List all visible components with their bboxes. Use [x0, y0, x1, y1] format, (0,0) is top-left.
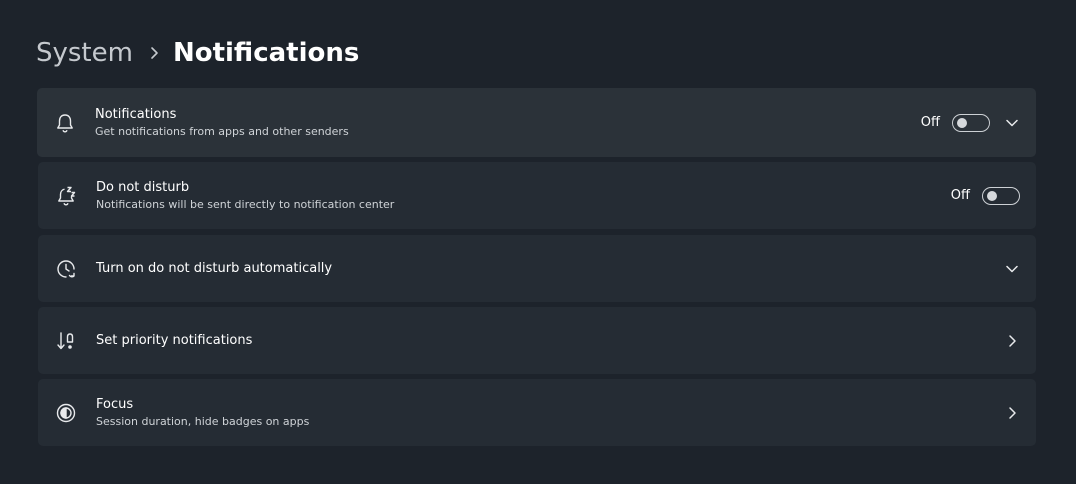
priority-notifications-setting-card[interactable]: Set priority notifications	[38, 307, 1036, 374]
chevron-down-icon[interactable]	[1004, 261, 1020, 277]
toggle-knob	[987, 190, 997, 201]
do-not-disturb-toggle[interactable]	[982, 186, 1020, 205]
clock-refresh-icon	[54, 257, 78, 281]
setting-title: Notifications	[95, 107, 177, 122]
setting-description: Get notifications from apps and other se…	[95, 125, 349, 138]
breadcrumb-system-link[interactable]: System	[36, 38, 133, 68]
setting-title: Do not disturb	[96, 180, 190, 195]
toggle-knob	[957, 117, 967, 128]
breadcrumb: System Notifications	[36, 32, 359, 74]
notifications-toggle[interactable]	[952, 113, 990, 132]
focus-setting-card[interactable]: Focus Session duration, hide badges on a…	[38, 379, 1036, 446]
chevron-right-icon[interactable]	[1004, 405, 1020, 421]
setting-title: Set priority notifications	[96, 333, 253, 348]
do-not-disturb-setting-card[interactable]: Do not disturb Notifications will be sen…	[38, 162, 1036, 229]
page-title: Notifications	[172, 38, 360, 68]
chevron-right-icon[interactable]	[1004, 333, 1020, 349]
dnd-automatic-setting-card[interactable]: Turn on do not disturb automatically	[38, 235, 1036, 302]
setting-description: Notifications will be sent directly to n…	[96, 198, 395, 211]
breadcrumb-separator-icon	[149, 46, 159, 60]
setting-title: Turn on do not disturb automatically	[96, 261, 333, 276]
setting-description: Session duration, hide badges on apps	[96, 415, 310, 428]
setting-title: Focus	[96, 397, 134, 412]
toggle-state-label: Off	[920, 115, 940, 130]
focus-icon	[54, 401, 78, 425]
priority-sort-icon	[54, 329, 78, 353]
toggle-state-label: Off	[950, 188, 970, 203]
bell-snooze-icon	[54, 184, 78, 208]
chevron-down-icon[interactable]	[1004, 115, 1020, 131]
bell-icon	[53, 111, 77, 135]
notifications-setting-card[interactable]: Notifications Get notifications from app…	[37, 88, 1036, 157]
